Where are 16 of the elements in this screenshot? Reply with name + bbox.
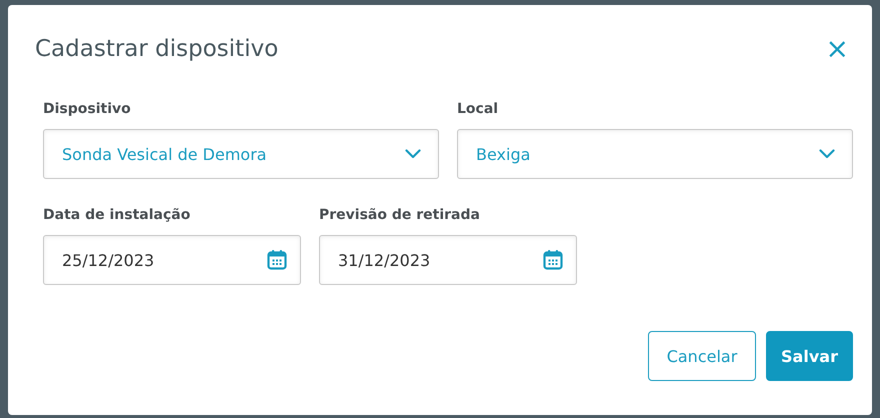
date-field[interactable]: 31/12/2023 [319, 235, 577, 285]
calendar-icon [543, 249, 563, 271]
chevron-down-icon [405, 149, 421, 159]
cancel-button[interactable]: Cancelar [648, 331, 756, 381]
select-field[interactable]: Sonda Vesical de Demora [43, 129, 439, 179]
date-field[interactable]: 25/12/2023 [43, 235, 301, 285]
chevron-down-icon [819, 149, 835, 159]
save-button[interactable]: Salvar [766, 331, 853, 381]
select-field[interactable]: Bexiga [457, 129, 853, 179]
field-label: Previsão de retirada [319, 207, 481, 223]
calendar-icon [267, 249, 287, 271]
field-label: Data de instalação [43, 207, 192, 223]
field-label: Dispositivo [43, 101, 132, 117]
dialog-title: Cadastrar dispositivo [35, 36, 278, 62]
close-button[interactable]: × [822, 35, 853, 63]
field-label: Local [457, 101, 500, 117]
